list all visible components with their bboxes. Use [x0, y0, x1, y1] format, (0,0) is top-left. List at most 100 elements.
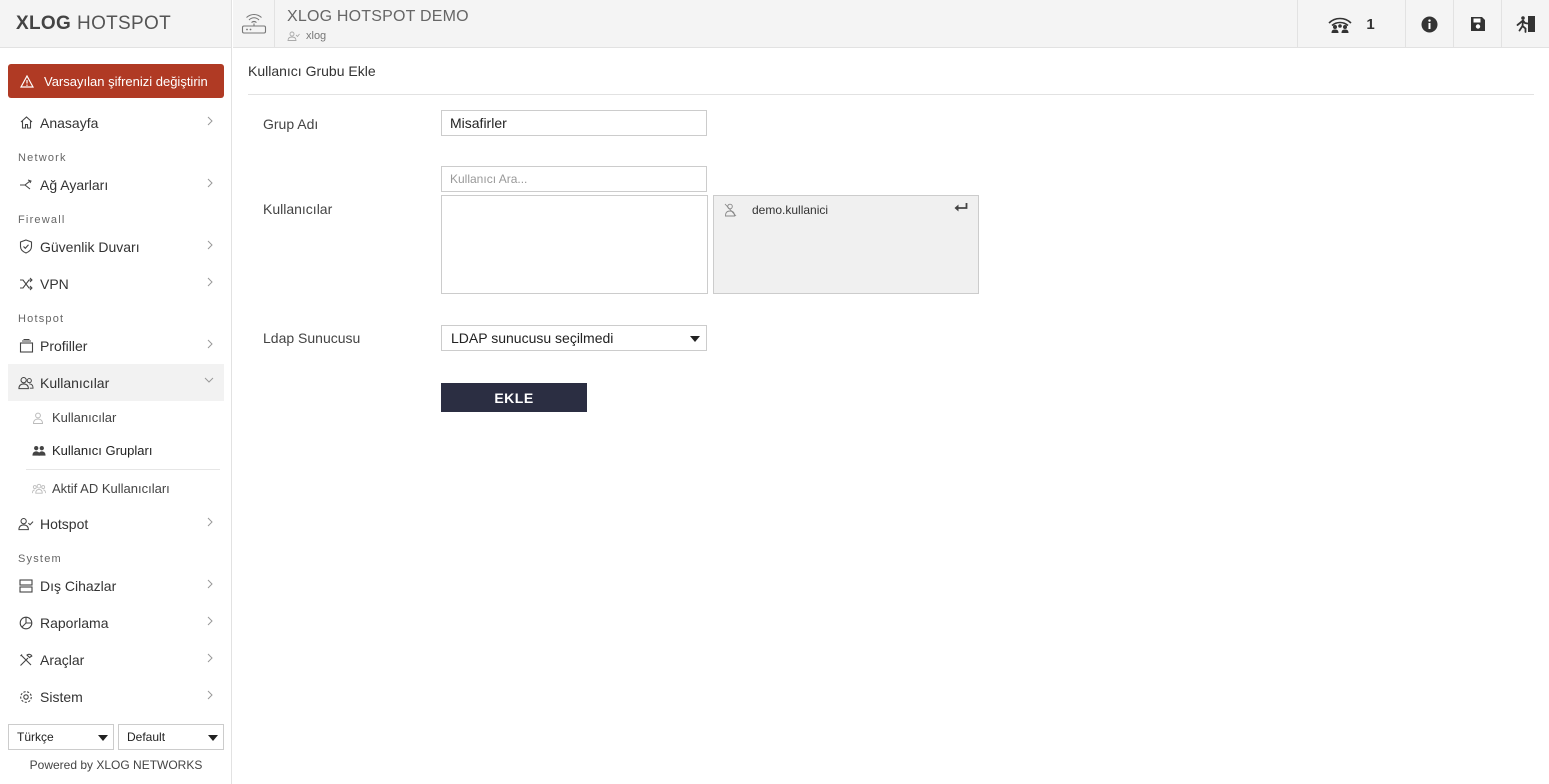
chevron-right-icon	[207, 240, 213, 250]
caret-down-icon	[690, 336, 700, 342]
brand-logo[interactable]: XLOG HOTSPOT	[0, 0, 231, 48]
group-name-label: Grup Adı	[263, 116, 319, 132]
sidebar: XLOG HOTSPOT Varsayılan şifrenizi değişt…	[0, 0, 232, 784]
topbar: XLOG HOTSPOT DEMO xlog 1	[233, 0, 1549, 48]
user-check-icon	[18, 516, 34, 532]
users-icon	[18, 375, 34, 391]
ad-users-icon	[32, 483, 46, 494]
info-icon	[1421, 16, 1438, 32]
change-password-alert[interactable]: Varsayılan şifrenizi değiştirin	[8, 64, 224, 98]
user-icon	[32, 412, 46, 424]
selected-users-list[interactable]: demo.kullanici	[713, 195, 979, 294]
chevron-right-icon	[207, 339, 213, 349]
sidebar-subitem-ad-users[interactable]: Aktif AD Kullanıcıları	[8, 472, 224, 505]
sidebar-item-label: Anasayfa	[40, 114, 99, 131]
powered-by: Powered by XLOG NETWORKS	[29, 758, 203, 772]
sidebar-item-home[interactable]: Anasayfa	[8, 104, 224, 141]
device-title: XLOG HOTSPOT DEMO xlog	[287, 8, 469, 42]
language-value: Türkçe	[17, 730, 54, 744]
logged-user-name: xlog	[306, 30, 327, 42]
caret-down-icon	[98, 735, 108, 741]
sidebar-item-users[interactable]: Kullanıcılar	[8, 364, 224, 401]
chevron-right-icon	[207, 517, 213, 527]
layers-icon	[18, 338, 34, 354]
sidebar-item-label: Ağ Ayarları	[40, 176, 109, 193]
shield-icon	[18, 239, 34, 255]
sidebar-subitem-label: Kullanıcılar	[52, 410, 117, 425]
logged-user: xlog	[287, 30, 469, 42]
selected-user-item[interactable]: demo.kullanici	[724, 200, 970, 220]
alert-text: Varsayılan şifrenizi değiştirin	[44, 73, 208, 89]
footer-selects: Türkçe Default	[8, 724, 224, 750]
sidebar-subitem-label: Aktif AD Kullanıcıları	[52, 481, 170, 496]
info-button[interactable]	[1405, 0, 1453, 48]
sidebar-item-tools[interactable]: Araçlar	[8, 641, 224, 678]
pie-chart-icon	[18, 615, 34, 631]
sidebar-item-firewall[interactable]: Güvenlik Duvarı	[8, 228, 224, 265]
sidebar-item-hotspot[interactable]: Hotspot	[8, 505, 224, 542]
hotspot-users-icon	[1328, 17, 1352, 33]
add-button[interactable]: EKLE	[441, 383, 587, 412]
chevron-right-icon	[207, 653, 213, 663]
sidebar-item-external-devices[interactable]: Dış Cihazlar	[8, 567, 224, 604]
network-icon	[18, 177, 34, 193]
user-search-placeholder: Kullanıcı Ara...	[450, 172, 528, 186]
divider	[26, 469, 220, 470]
device-name: XLOG HOTSPOT DEMO	[287, 8, 469, 25]
sidebar-item-label: Raporlama	[40, 614, 109, 631]
gear-icon	[18, 689, 34, 705]
ldap-server-select[interactable]: LDAP sunucusu seçilmedi	[441, 325, 707, 351]
sidebar-item-reports[interactable]: Raporlama	[8, 604, 224, 641]
home-icon	[18, 115, 34, 131]
user-group-icon	[32, 445, 46, 456]
group-name-value: Misafirler	[450, 115, 507, 131]
shuffle-icon	[18, 276, 34, 292]
tools-icon	[18, 652, 34, 668]
ldap-label: Ldap Sunucusu	[263, 330, 361, 346]
floppy-disk-icon	[1470, 17, 1485, 31]
group-name-input[interactable]: Misafirler	[441, 110, 707, 136]
section-firewall: Firewall	[18, 214, 66, 226]
chevron-right-icon	[207, 277, 213, 287]
sidebar-item-network[interactable]: Ağ Ayarları	[8, 166, 224, 203]
ldap-server-value: LDAP sunucusu seçilmedi	[451, 330, 614, 346]
router-icon	[241, 13, 266, 34]
sidebar-item-label: VPN	[40, 275, 69, 292]
sidebar-subitem-label: Kullanıcı Grupları	[52, 443, 153, 458]
available-users-list[interactable]	[441, 195, 708, 294]
section-network: Network	[18, 152, 67, 164]
theme-select[interactable]: Default	[118, 724, 224, 750]
selected-user-name: demo.kullanici	[752, 203, 829, 217]
return-icon[interactable]	[953, 202, 968, 214]
chevron-right-icon	[207, 116, 213, 126]
router-icon-button[interactable]	[233, 0, 275, 48]
chevron-down-icon	[204, 377, 214, 383]
sidebar-item-profiles[interactable]: Profiller	[8, 327, 224, 364]
chevron-right-icon	[207, 178, 213, 188]
users-label: Kullanıcılar	[263, 201, 333, 217]
section-system: System	[18, 553, 62, 565]
sidebar-item-vpn[interactable]: VPN	[8, 265, 224, 302]
online-users-button[interactable]: 1	[1297, 0, 1405, 48]
chevron-right-icon	[207, 690, 213, 700]
save-button[interactable]	[1453, 0, 1501, 48]
sidebar-item-label: Araçlar	[40, 651, 85, 668]
theme-value: Default	[127, 730, 166, 744]
user-search-input[interactable]: Kullanıcı Ara...	[441, 166, 707, 192]
sidebar-menu: Anasayfa Network Ağ Ayarları Firewall Gü…	[8, 104, 224, 715]
sidebar-item-label: Hotspot	[40, 515, 89, 532]
chevron-right-icon	[207, 616, 213, 626]
sidebar-subitem-groups[interactable]: Kullanıcı Grupları	[8, 434, 224, 467]
user-disabled-icon	[724, 203, 738, 217]
caret-down-icon	[208, 735, 218, 741]
exit-door-icon	[1516, 16, 1535, 33]
online-count: 1	[1366, 15, 1375, 33]
sidebar-item-system[interactable]: Sistem	[8, 678, 224, 715]
brand-rest: HOTSPOT	[77, 12, 171, 34]
logout-button[interactable]	[1501, 0, 1549, 48]
warning-icon	[20, 74, 34, 88]
language-select[interactable]: Türkçe	[8, 724, 114, 750]
sidebar-subitem-users[interactable]: Kullanıcılar	[8, 401, 224, 434]
brand-bold: XLOG	[16, 12, 72, 34]
server-icon	[18, 578, 34, 594]
